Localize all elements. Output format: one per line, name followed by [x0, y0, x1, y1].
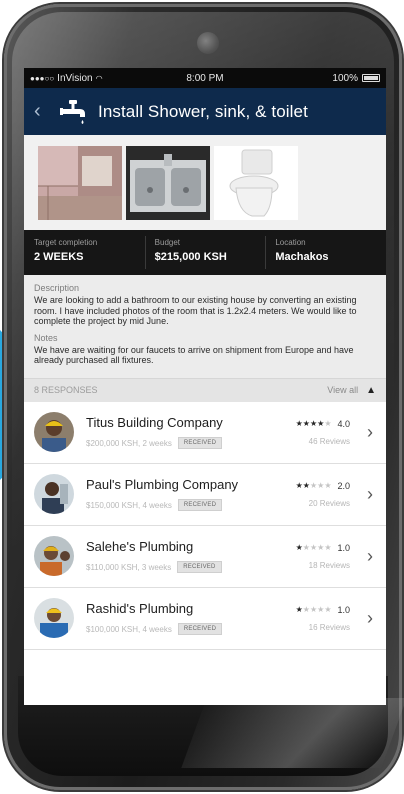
avatar [34, 536, 74, 576]
rating-score: 1.0 [337, 542, 350, 553]
rating-score: 4.0 [337, 418, 350, 429]
star-rating-icon: ★★★★★ [295, 419, 332, 428]
room-photo[interactable] [38, 145, 122, 220]
chevron-right-icon[interactable]: › [364, 608, 376, 629]
back-button[interactable]: ‹ [34, 100, 56, 123]
star-rating-icon: ★★★★★ [295, 605, 332, 614]
stat-location: Location Machakos [265, 230, 386, 275]
star-rating-icon: ★★★★★ [295, 543, 332, 552]
responses-header: 8 RESPONSES View all ▲ [24, 377, 386, 402]
review-count: 46 Reviews [308, 436, 350, 446]
company-name: Paul's Plumbing Company [86, 477, 239, 492]
page-title: Install Shower, sink, & toilet [98, 101, 308, 121]
bid-meta: $110,000 KSH, 3 weeks [86, 562, 172, 572]
battery-percent: 100% [332, 72, 358, 84]
signal-icon: ●●●○○ [30, 73, 55, 83]
company-name: Titus Building Company [86, 415, 223, 430]
response-item[interactable]: Titus Building Company $200,000 KSH, 2 w… [24, 402, 386, 464]
app-screen: ●●●○○ InVision ◠ 8:00 PM 100% ‹ Install … [24, 68, 386, 705]
project-details: Description We are looking to add a bath… [24, 275, 386, 378]
battery-icon [362, 74, 380, 82]
chevron-right-icon[interactable]: › [364, 422, 376, 443]
bid-meta: $200,000 KSH, 2 weeks [86, 438, 172, 448]
status-badge: RECEIVED [177, 561, 222, 573]
camera-icon [197, 32, 219, 54]
notes-label: Notes [34, 332, 58, 343]
review-count: 16 Reviews [308, 622, 350, 632]
chevron-right-icon[interactable]: › [364, 546, 376, 567]
description-label: Description [34, 283, 80, 293]
carrier-name: InVision [57, 72, 93, 84]
responses-count: 8 RESPONSES [34, 385, 98, 395]
response-item[interactable]: Rashid's Plumbing $100,000 KSH, 4 weeks … [24, 588, 386, 650]
company-name: Salehe's Plumbing [86, 539, 194, 554]
rating: ★★★★★ 2.0 20 Reviews [280, 481, 350, 508]
wifi-icon: ◠ [95, 73, 103, 83]
avatar [34, 598, 74, 638]
view-all-link[interactable]: View all [327, 385, 358, 395]
collapse-arrow-icon[interactable]: ▲ [366, 385, 376, 396]
toilet-photo[interactable] [214, 145, 298, 220]
rating: ★★★★★ 1.0 16 Reviews [280, 605, 350, 632]
star-rating-icon: ★★★★★ [295, 481, 332, 490]
avatar [34, 474, 74, 514]
company-name: Rashid's Plumbing [86, 601, 194, 616]
status-bar: ●●●○○ InVision ◠ 8:00 PM 100% [24, 68, 386, 88]
review-count: 18 Reviews [308, 560, 350, 570]
project-stats: Target completion 2 WEEKS Budget $215,00… [24, 230, 386, 275]
chevron-right-icon[interactable]: › [364, 484, 376, 505]
notes-text: We have are waiting for our faucets to a… [34, 344, 354, 366]
nav-header: ‹ Install Shower, sink, & toilet [24, 88, 386, 135]
sink-photo[interactable] [126, 145, 210, 220]
rating: ★★★★★ 4.0 46 Reviews [280, 419, 350, 446]
bid-meta: $100,000 KSH, 4 weeks [86, 624, 172, 634]
response-item[interactable]: Paul's Plumbing Company $150,000 KSH, 4 … [24, 464, 386, 526]
status-badge: RECEIVED [177, 437, 223, 449]
responses-list: Titus Building Company $200,000 KSH, 2 w… [24, 401, 386, 650]
response-item[interactable]: Salehe's Plumbing $110,000 KSH, 3 weeks … [24, 526, 386, 588]
stat-target-completion: Target completion 2 WEEKS [34, 238, 98, 263]
status-badge: RECEIVED [177, 499, 223, 511]
avatar [34, 412, 74, 452]
faucet-icon [60, 99, 85, 124]
photo-gallery [24, 135, 386, 230]
status-badge: RECEIVED [177, 623, 223, 635]
bid-meta: $150,000 KSH, 4 weeks [86, 500, 172, 510]
rating-score: 1.0 [337, 604, 350, 615]
rating: ★★★★★ 1.0 18 Reviews [280, 543, 350, 570]
rating-score: 2.0 [337, 480, 350, 491]
description-text: We are looking to add a bathroom to our … [34, 295, 357, 326]
review-count: 20 Reviews [308, 498, 350, 508]
stat-budget: Budget $215,000 KSH [144, 230, 266, 275]
